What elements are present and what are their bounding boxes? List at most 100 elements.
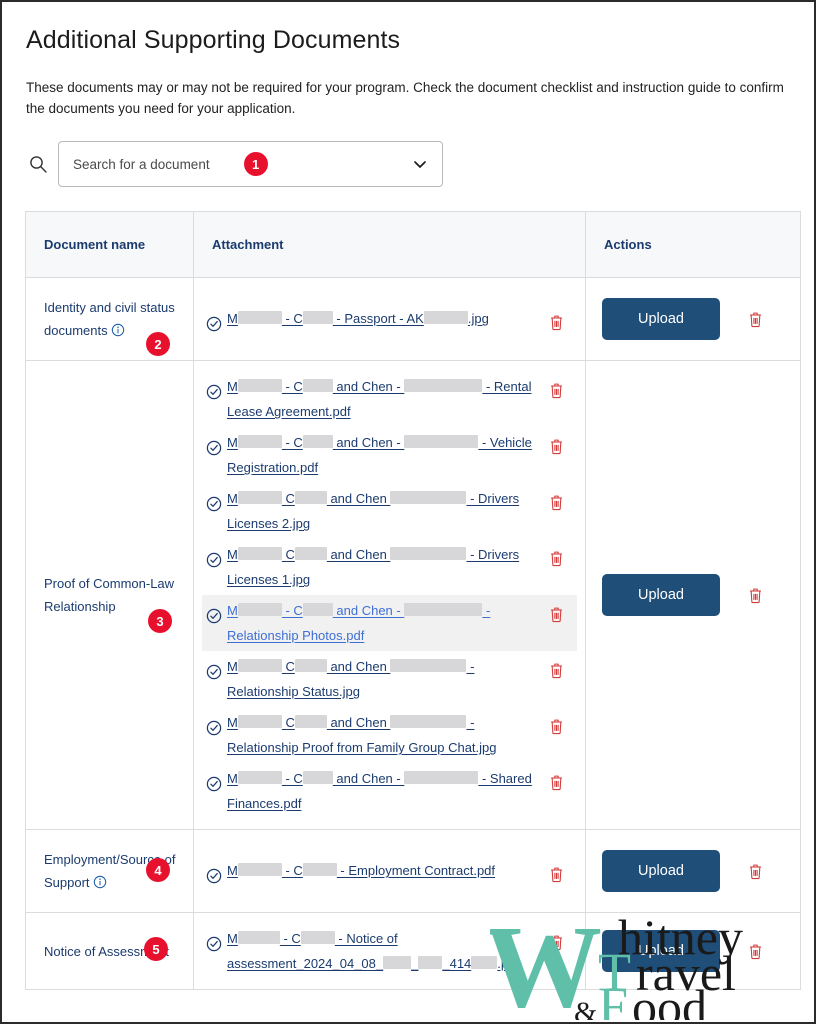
attachment-link[interactable]: M - C and Chen - - Shared Finances.pdf [227,766,539,816]
annotation-badge-5: 5 [144,937,168,961]
attachment-link[interactable]: M - C - Notice of assessment_2024_04_08_… [227,926,539,976]
check-circle-icon [206,384,222,400]
redaction-bar [423,311,468,324]
annotation-badge-1: 1 [243,152,268,176]
attachment-item[interactable]: M - C and Chen - - Vehicle Registration.… [202,427,577,483]
redaction-bar [237,491,282,504]
redaction-bar [302,603,333,616]
delete-attachment-button[interactable] [539,766,573,791]
attachment-item[interactable]: M - C and Chen - - Rental Lease Agreemen… [202,371,577,427]
delete-attachment-button[interactable] [539,710,573,735]
redaction-bar [404,771,479,784]
attachment-link[interactable]: M - C - Passport - AK .jpg [227,306,539,331]
attachment-link[interactable]: M C and Chen - Relationship Status.jpg [227,654,539,704]
upload-button[interactable]: Upload [602,930,720,972]
delete-attachment-button[interactable] [539,654,573,679]
check-circle-icon [206,868,222,884]
attachment-item[interactable]: M - C - Notice of assessment_2024_04_08_… [202,923,577,979]
attachment-item[interactable]: M C and Chen - Relationship Status.jpg [202,651,577,707]
actions-wrapper: Upload [602,298,784,340]
trash-icon [549,718,564,735]
trash-icon [549,494,564,511]
redaction-bar [294,659,327,672]
attachment-link[interactable]: M - C and Chen - - Rental Lease Agreemen… [227,374,539,424]
redaction-bar [404,603,483,616]
attachment-item[interactable]: M C and Chen - Drivers Licenses 1.jpg [202,539,577,595]
redaction-bar [404,435,479,448]
attachment-link[interactable]: M C and Chen - Relationship Proof from F… [227,710,539,760]
info-icon[interactable] [111,321,125,337]
redaction-bar [302,311,333,324]
chevron-down-icon[interactable] [412,156,428,172]
upload-button[interactable]: Upload [602,298,720,340]
attachment-cell: M - C - Passport - AK .jpg [193,277,586,361]
delete-attachment-button[interactable] [539,926,573,951]
redaction-bar [237,603,282,616]
actions-wrapper: Upload [602,850,784,892]
attachment-link[interactable]: M - C and Chen - - Vehicle Registration.… [227,430,539,480]
delete-attachment-button[interactable] [539,306,573,331]
column-header-attachment: Attachment [193,211,586,278]
document-search-row: Search for a document 1 [26,141,794,187]
search-input[interactable]: Search for a document 1 [58,141,443,187]
check-circle-icon [206,936,222,952]
page-frame: Additional Supporting Documents These do… [0,0,816,1024]
attachment-link[interactable]: M - C and Chen - - Relationship Photos.p… [227,598,539,648]
delete-attachment-button[interactable] [539,598,573,623]
redaction-bar [418,956,443,969]
attachment-item[interactable]: M - C - Employment Contract.pdf [202,855,577,887]
attachment-item[interactable]: M - C - Passport - AK .jpg [202,303,577,335]
trash-icon [549,382,564,399]
delete-row-button[interactable] [748,587,763,604]
delete-attachment-button[interactable] [539,486,573,511]
redaction-bar [471,956,498,969]
delete-attachment-button[interactable] [539,430,573,455]
delete-row-button[interactable] [748,943,763,960]
delete-attachment-button[interactable] [539,542,573,567]
redaction-bar [237,771,282,784]
attachment-link[interactable]: M C and Chen - Drivers Licenses 1.jpg [227,542,539,592]
check-circle-icon [206,496,222,512]
redaction-bar [237,931,280,944]
column-header-actions: Actions [585,211,801,278]
redaction-bar [404,379,483,392]
delete-attachment-button[interactable] [539,858,573,883]
attachment-item[interactable]: M C and Chen - Relationship Proof from F… [202,707,577,763]
table-row: Proof of Common-Law Relationship 3 M - C … [25,360,801,830]
attachment-item[interactable]: M - C and Chen - - Relationship Photos.p… [202,595,577,651]
redaction-bar [237,435,282,448]
table-body: Identity and civil status documents 2 M … [25,277,801,990]
delete-row-button[interactable] [748,863,763,880]
check-circle-icon [206,720,222,736]
trash-icon [549,934,564,951]
redaction-bar [390,715,467,728]
redaction-bar [237,379,282,392]
delete-attachment-button[interactable] [539,374,573,399]
redaction-bar [237,863,282,876]
redaction-bar [390,491,467,504]
upload-button[interactable]: Upload [602,850,720,892]
annotation-badge-4: 4 [146,858,170,882]
redaction-bar [302,863,337,876]
actions-wrapper: Upload [602,930,784,972]
attachment-item[interactable]: M C and Chen - Drivers Licenses 2.jpg [202,483,577,539]
info-icon[interactable] [93,873,107,889]
redaction-bar [294,491,327,504]
trash-icon [549,314,564,331]
annotation-badge-2: 2 [146,332,170,356]
trash-icon [549,438,564,455]
search-placeholder-text: Search for a document [73,156,210,172]
actions-cell: Upload [585,829,801,913]
check-circle-icon [206,776,222,792]
actions-cell: Upload [585,912,801,990]
column-header-document-name: Document name [25,211,194,278]
upload-button[interactable]: Upload [602,574,720,616]
attachment-cell: M - C - Employment Contract.pdf [193,829,586,913]
delete-row-button[interactable] [748,311,763,328]
trash-icon [549,774,564,791]
document-name-label: Proof of Common-Law Relationship [44,576,175,614]
attachment-link[interactable]: M C and Chen - Drivers Licenses 2.jpg [227,486,539,536]
trash-icon [549,550,564,567]
attachment-item[interactable]: M - C and Chen - - Shared Finances.pdf [202,763,577,819]
attachment-link[interactable]: M - C - Employment Contract.pdf [227,858,539,883]
